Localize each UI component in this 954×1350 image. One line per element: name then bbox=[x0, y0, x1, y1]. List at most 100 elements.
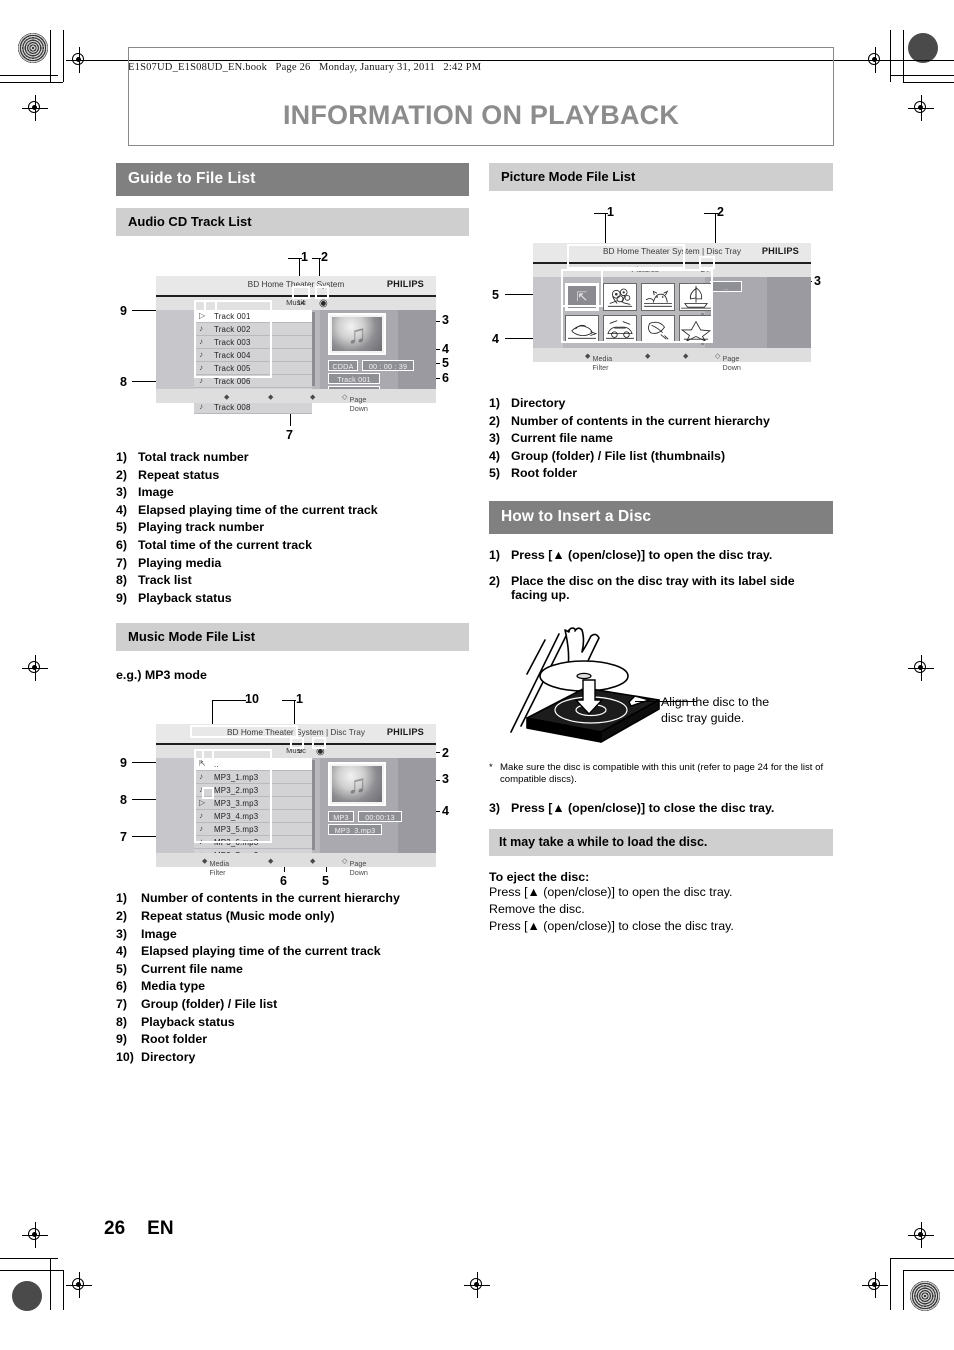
music-note-icon: ♪ bbox=[199, 337, 203, 346]
file-list-item[interactable]: ♪ MP3_5.mp3 bbox=[194, 823, 312, 837]
legend-item: 3) Current file name bbox=[489, 431, 613, 446]
page-title: INFORMATION ON PLAYBACK bbox=[282, 100, 680, 130]
file-list-item[interactable]: ♪ MP3_1.mp3 bbox=[194, 771, 312, 785]
file-label: MP3_1.mp3 bbox=[214, 773, 259, 783]
osd-content-count: 9 bbox=[297, 746, 303, 756]
leader-line bbox=[212, 700, 246, 702]
page-footer: 26 EN bbox=[104, 1218, 174, 1240]
callout-8: 8 bbox=[120, 793, 127, 808]
bird-photo-icon bbox=[568, 324, 598, 339]
footer-page-down[interactable]: ◇ Page Down bbox=[715, 351, 741, 372]
track-list-item[interactable]: ♪ Track 003 bbox=[194, 336, 312, 349]
root-folder-icon: ⇱ bbox=[576, 289, 588, 304]
track-list-item[interactable]: ♪ Track 006 bbox=[194, 375, 312, 388]
osd-footer: ◆ Media Filter ◆ ◆ ◇ Page Down bbox=[533, 348, 811, 372]
callout-7: 7 bbox=[120, 830, 127, 845]
audio-cd-osd-screen: BD Home Theater System PHILIPS Music 14 … bbox=[156, 276, 436, 414]
picture-mode-osd-screen: BD Home Theater System | Disc Tray PHILI… bbox=[533, 243, 811, 372]
osd-far-right-panel bbox=[398, 310, 436, 389]
halftone-patch-top-right bbox=[908, 33, 938, 63]
legend-item: 9) Root folder bbox=[116, 1032, 208, 1047]
leaf-photo-icon bbox=[648, 321, 669, 340]
elapsed-time-tag: 00:00:13 bbox=[358, 811, 402, 823]
osd-scrollbar[interactable] bbox=[312, 760, 315, 851]
thumbnail-photo[interactable] bbox=[603, 315, 637, 343]
track-list-item[interactable]: ♪ Track 004 bbox=[194, 349, 312, 362]
language-code: EN bbox=[147, 1218, 174, 1239]
thumbnail-root-folder[interactable]: ⇱ bbox=[565, 283, 599, 311]
eject-disc-line: Press [▲ (open/close)] to open the disc … bbox=[489, 884, 733, 899]
file-list-item[interactable]: ▷ MP3_3.mp3 bbox=[194, 797, 312, 811]
legend-item: 5) Playing track number bbox=[116, 520, 265, 535]
music-note-icon: ♪ bbox=[199, 363, 203, 372]
track-list-item[interactable]: ♪ Track 002 bbox=[194, 323, 312, 336]
music-note-icon: ♪ bbox=[199, 837, 203, 847]
file-list-item[interactable]: ♪ MP3_6.mp3 bbox=[194, 836, 312, 850]
music-note-icon: ♪ bbox=[199, 350, 203, 359]
file-list[interactable]: ⇱ .. ♪ MP3_1.mp3 ♪ MP3_2.mp3 ▷ MP3_3.mp3 bbox=[194, 758, 312, 863]
sailing-ship-photo-icon bbox=[681, 285, 711, 309]
legend-item: 4) Elapsed playing time of the current tr… bbox=[116, 502, 378, 517]
halftone-patch-top-left bbox=[18, 33, 48, 63]
crop-line bbox=[63, 1270, 64, 1310]
legend-item: 1) Number of contents in the current hier… bbox=[116, 891, 400, 906]
legend-item: 2) Repeat status bbox=[116, 467, 220, 482]
track-list-item[interactable]: ♪ Track 005 bbox=[194, 362, 312, 375]
leader-line bbox=[282, 700, 296, 702]
root-folder-row[interactable]: ⇱ .. bbox=[194, 758, 312, 772]
footer-media-filter[interactable]: ◆ Media Filter bbox=[585, 351, 612, 372]
music-note-icon: ♫ bbox=[347, 768, 367, 799]
callout-4: 4 bbox=[442, 804, 449, 819]
align-caption-line1: Align the disc to the bbox=[661, 694, 770, 709]
thumbnail-photo[interactable] bbox=[565, 315, 599, 343]
file-list-item[interactable]: ♪ MP3_4.mp3 bbox=[194, 810, 312, 824]
eject-disc-line: Remove the disc. bbox=[489, 901, 585, 916]
leader-line bbox=[704, 213, 718, 214]
callout-6: 6 bbox=[442, 371, 449, 385]
current-file-tag: MP3_3.mp3 bbox=[328, 824, 382, 836]
osd-far-right-panel bbox=[398, 758, 436, 854]
file-list-item[interactable]: ♪ MP3_2.mp3 bbox=[194, 784, 312, 798]
crop-line bbox=[63, 30, 64, 82]
osd-body: ⇱ .. ♪ MP3_1.mp3 ♪ MP3_2.mp3 ▷ MP3_3.mp3 bbox=[156, 758, 436, 863]
subsection-header-music-mode-file-list: Music Mode File List bbox=[116, 623, 469, 652]
philips-logo: PHILIPS bbox=[386, 727, 424, 738]
footer-page-down[interactable]: ◇ Page Down bbox=[342, 856, 368, 877]
music-note-icon: ♪ bbox=[199, 402, 203, 411]
osd-left-panel bbox=[156, 758, 194, 854]
thumbnail-photo[interactable] bbox=[679, 283, 713, 311]
thumbnail-photo[interactable] bbox=[679, 315, 713, 343]
track-label: Track 005 bbox=[214, 364, 251, 373]
car-photo-icon bbox=[606, 320, 634, 339]
track-list-item[interactable]: ▷ Track 001 bbox=[194, 310, 312, 323]
callout-3: 3 bbox=[814, 274, 821, 288]
legend-item: 8) Track list bbox=[116, 573, 192, 588]
starfish-photo-icon bbox=[680, 320, 712, 342]
thumbnail-photo[interactable] bbox=[641, 283, 675, 311]
file-label: MP3_2.mp3 bbox=[214, 786, 259, 796]
eject-disc-title: To eject the disc: bbox=[489, 869, 590, 884]
legend-item: 2) Number of contents in the current hier… bbox=[489, 413, 770, 428]
music-mode-osd-screen: BD Home Theater System | Disc Tray PHILI… bbox=[156, 724, 436, 877]
callout-1: 1 bbox=[301, 250, 308, 264]
osd-sub-bar: Music 14 ◉ bbox=[156, 297, 436, 310]
album-art-image: ♫ bbox=[328, 313, 386, 355]
thumbnail-photo[interactable] bbox=[603, 283, 637, 311]
legend-item: 2) Repeat status (Music mode only) bbox=[116, 908, 335, 923]
footer-media-filter[interactable]: ◆ Media Filter bbox=[202, 856, 229, 877]
footer-marker-right: ◆ bbox=[310, 392, 316, 401]
registration-mark-bl-inner bbox=[66, 1272, 92, 1298]
callout-2: 2 bbox=[717, 205, 724, 219]
music-note-icon: ♪ bbox=[199, 376, 203, 385]
osd-scrollbar[interactable] bbox=[312, 312, 315, 386]
osd-content-count: 24 bbox=[700, 265, 710, 274]
registration-mark-tl-outer bbox=[22, 95, 48, 121]
legend-item: 9) Playback status bbox=[116, 590, 232, 605]
track-label: Track 004 bbox=[214, 351, 251, 360]
thumbnail-photo[interactable] bbox=[641, 315, 675, 343]
music-note-icon: ♪ bbox=[199, 811, 203, 821]
footer-page-down[interactable]: ◇ Page Down bbox=[342, 392, 368, 413]
repeat-icon: ◉ bbox=[316, 746, 325, 758]
compatible-discs-footnote: * Make sure the disc is compatible with … bbox=[489, 762, 833, 787]
registration-mark-tr-outer bbox=[908, 95, 934, 121]
